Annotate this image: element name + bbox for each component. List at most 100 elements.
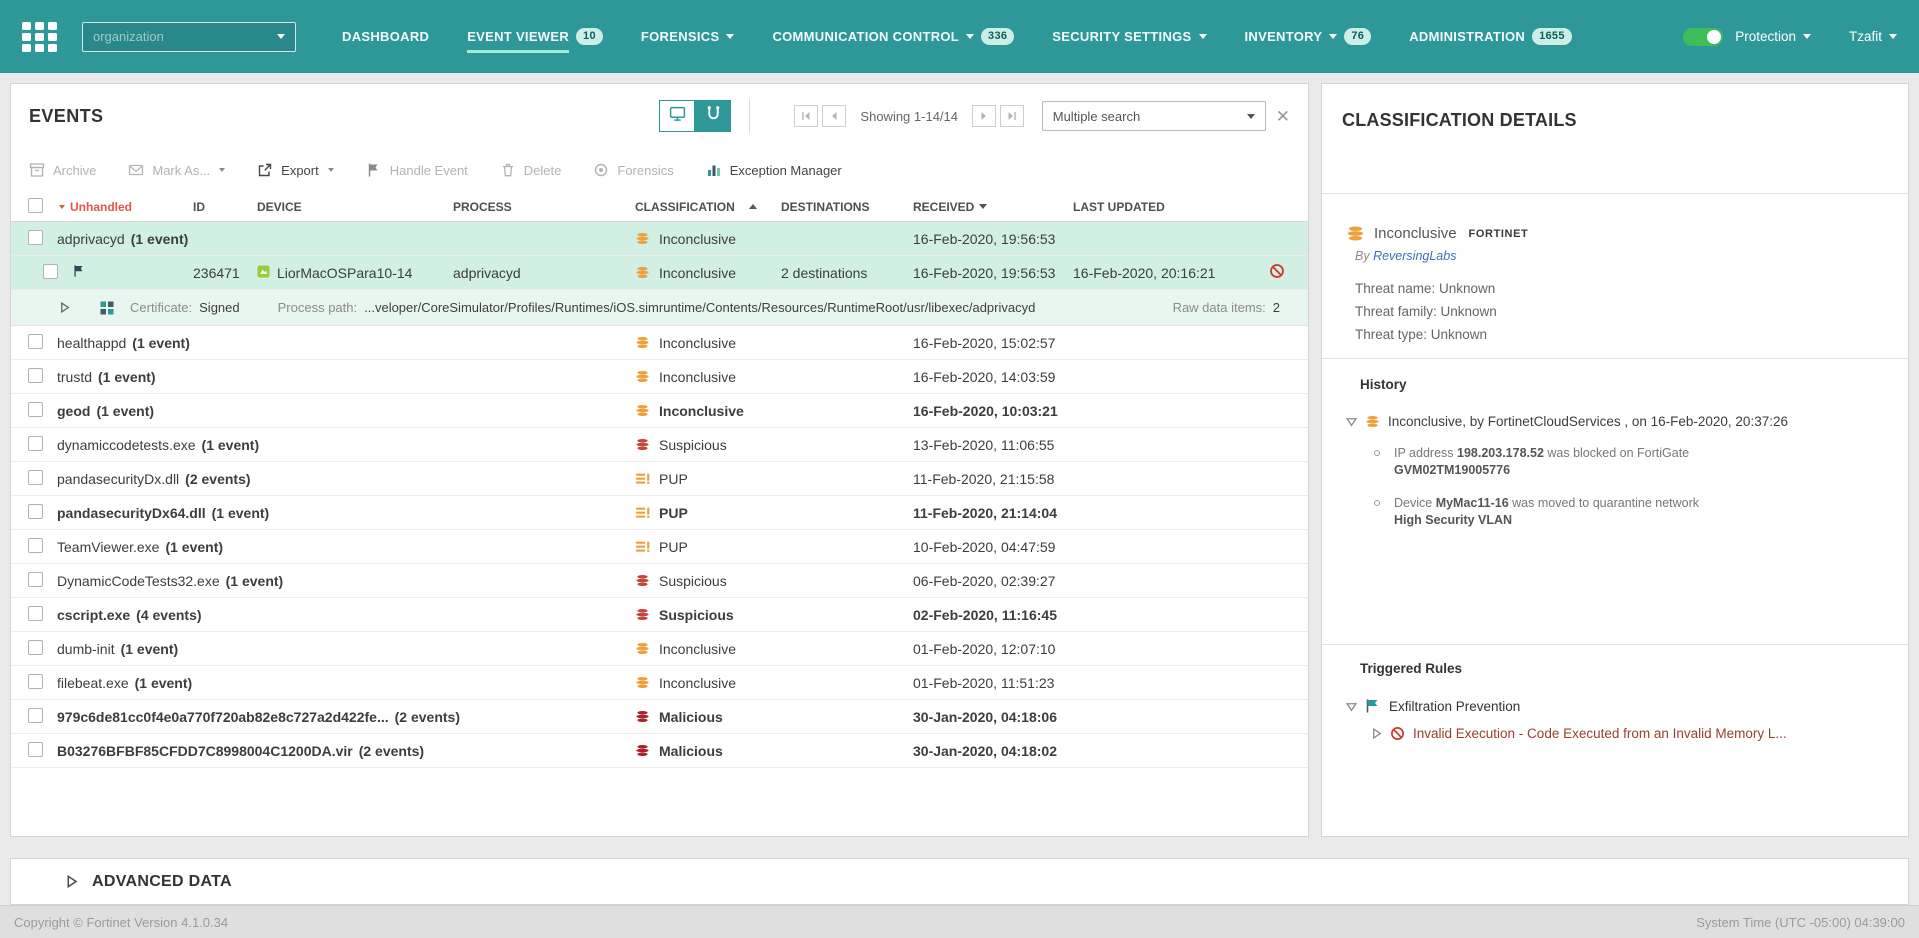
column-label: LAST UPDATED xyxy=(1073,200,1165,214)
process-name: filebeat.exe xyxy=(57,675,129,691)
nav-event-viewer[interactable]: EVENT VIEWER 10 xyxy=(467,0,603,73)
collapse-entry-icon[interactable] xyxy=(1346,416,1357,427)
export-label: Export xyxy=(281,163,319,178)
row-checkbox[interactable] xyxy=(28,230,43,245)
org-selector[interactable]: organization xyxy=(82,22,296,52)
top-navigation-bar: organization DASHBOARD EVENT VIEWER 10 F… xyxy=(0,0,1919,73)
event-group-row-selected[interactable]: adprivacyd (1 event) Inconclusive 16-Feb… xyxy=(11,222,1308,256)
forensics-button[interactable]: Forensics xyxy=(593,162,673,178)
process-name: healthappd xyxy=(57,335,126,351)
expand-advanced-icon xyxy=(65,875,78,888)
event-group-row[interactable]: trustd (1 event) Inconclusive 16-Feb-202… xyxy=(11,360,1308,394)
reversinglabs-link[interactable]: ReversingLabs xyxy=(1373,249,1456,263)
exception-manager-button[interactable]: Exception Manager xyxy=(706,162,842,178)
received-date: 16-Feb-2020, 19:56:53 xyxy=(901,265,1061,281)
process-view-button[interactable] xyxy=(695,100,731,132)
history-action-item: IP address 198.203.178.52 was blocked on… xyxy=(1374,445,1888,479)
unhandled-filter[interactable]: Unhandled xyxy=(55,200,193,214)
nav-administration[interactable]: ADMINISTRATION 1655 xyxy=(1409,0,1572,73)
classification-label: PUP xyxy=(659,539,688,555)
select-all-checkbox[interactable] xyxy=(28,198,43,213)
column-destinations[interactable]: DESTINATIONS xyxy=(771,200,901,214)
row-checkbox[interactable] xyxy=(28,640,43,655)
export-button[interactable]: Export xyxy=(257,162,334,178)
column-process[interactable]: PROCESS xyxy=(441,200,625,214)
action-device: MyMac11-16 xyxy=(1436,496,1509,510)
protection-toggle[interactable] xyxy=(1683,28,1723,46)
row-checkbox[interactable] xyxy=(28,674,43,689)
pagination-status: Showing 1-14/14 xyxy=(860,109,958,124)
received-date: 11-Feb-2020, 21:14:04 xyxy=(901,505,1061,521)
process-view-icon xyxy=(705,105,722,127)
nav-communication-control[interactable]: COMMUNICATION CONTROL 336 xyxy=(772,0,1014,73)
delete-button[interactable]: Delete xyxy=(500,162,562,178)
event-group-row[interactable]: TeamViewer.exe (1 event) PUP 10-Feb-2020… xyxy=(11,530,1308,564)
nav-security-settings[interactable]: SECURITY SETTINGS xyxy=(1052,0,1206,73)
row-checkbox[interactable] xyxy=(28,742,43,757)
sort-desc-icon xyxy=(979,204,987,209)
prev-page-button[interactable] xyxy=(822,105,846,127)
nav-forensics[interactable]: FORENSICS xyxy=(641,0,735,73)
received-date: 16-Feb-2020, 14:03:59 xyxy=(901,369,1061,385)
process-name: 979c6de81cc0f4e0a770f720ab82e8c727a2d422… xyxy=(57,709,389,725)
row-checkbox[interactable] xyxy=(28,334,43,349)
advanced-data-bar[interactable]: ADVANCED DATA xyxy=(10,858,1909,905)
event-group-row[interactable]: dynamiccodetests.exe (1 event) Suspiciou… xyxy=(11,428,1308,462)
pagination: Showing 1-14/14 xyxy=(794,105,1024,127)
row-checkbox[interactable] xyxy=(28,708,43,723)
event-group-row[interactable]: 979c6de81cc0f4e0a770f720ab82e8c727a2d422… xyxy=(11,700,1308,734)
archive-button[interactable]: Archive xyxy=(29,162,96,178)
event-group-row[interactable]: pandasecurityDx.dll (2 events) PUP 11-Fe… xyxy=(11,462,1308,496)
row-checkbox[interactable] xyxy=(28,538,43,553)
event-group-row[interactable]: B03276BFBF85CFDD7C8998004C1200DA.vir (2 … xyxy=(11,734,1308,768)
next-page-button[interactable] xyxy=(972,105,996,127)
protection-menu[interactable]: Protection xyxy=(1735,29,1811,44)
classification-label: Suspicious xyxy=(659,607,734,623)
event-group-row[interactable]: DynamicCodeTests32.exe (1 event) Suspici… xyxy=(11,564,1308,598)
nav-dashboard[interactable]: DASHBOARD xyxy=(342,0,429,73)
events-toolbar: Archive Mark As... Export Handle Event D… xyxy=(11,148,1308,192)
event-group-row[interactable]: geod (1 event) Inconclusive 16-Feb-2020,… xyxy=(11,394,1308,428)
nav-label: INVENTORY xyxy=(1245,29,1323,44)
classification-icon xyxy=(635,403,650,418)
handle-event-button[interactable]: Handle Event xyxy=(366,162,468,178)
history-title: History xyxy=(1322,377,1888,392)
event-count: (4 events) xyxy=(136,607,201,623)
row-checkbox[interactable] xyxy=(28,368,43,383)
classification-icon xyxy=(635,231,650,246)
collapse-rule-icon[interactable] xyxy=(1346,701,1357,712)
first-page-button[interactable] xyxy=(794,105,818,127)
clear-search-icon[interactable]: ✕ xyxy=(1276,108,1290,125)
column-device[interactable]: DEVICE xyxy=(243,200,441,214)
row-checkbox[interactable] xyxy=(28,606,43,621)
destinations-link[interactable]: 2 destinations xyxy=(771,265,901,281)
column-last-updated[interactable]: LAST UPDATED xyxy=(1061,200,1246,214)
chevron-down-icon xyxy=(726,34,734,39)
row-checkbox[interactable] xyxy=(28,504,43,519)
event-group-row[interactable]: pandasecurityDx64.dll (1 event) PUP 11-F… xyxy=(11,496,1308,530)
row-checkbox[interactable] xyxy=(28,402,43,417)
nav-label: EVENT VIEWER xyxy=(467,29,569,53)
row-checkbox[interactable] xyxy=(28,572,43,587)
list-view-button[interactable] xyxy=(659,100,695,132)
process-name: trustd xyxy=(57,369,92,385)
row-checkbox[interactable] xyxy=(28,436,43,451)
mark-as-button[interactable]: Mark As... xyxy=(128,162,225,178)
expand-violation-icon[interactable] xyxy=(1371,728,1382,739)
event-group-row[interactable]: filebeat.exe (1 event) Inconclusive 01-F… xyxy=(11,666,1308,700)
nav-inventory[interactable]: INVENTORY 76 xyxy=(1245,0,1372,73)
last-page-button[interactable] xyxy=(1000,105,1024,127)
history-section: History Inconclusive, by FortinetCloudSe… xyxy=(1322,358,1908,644)
column-classification[interactable]: CLASSIFICATION xyxy=(625,200,771,214)
row-checkbox[interactable] xyxy=(28,470,43,485)
user-menu[interactable]: Tzafit xyxy=(1849,29,1897,44)
multiple-search-dropdown[interactable]: Multiple search xyxy=(1042,101,1266,131)
column-received[interactable]: RECEIVED xyxy=(901,200,1061,214)
event-group-row[interactable]: healthappd (1 event) Inconclusive 16-Feb… xyxy=(11,326,1308,360)
event-group-row[interactable]: cscript.exe (4 events) Suspicious 02-Feb… xyxy=(11,598,1308,632)
expand-raw-data-icon[interactable] xyxy=(59,302,70,313)
event-group-row[interactable]: dumb-init (1 event) Inconclusive 01-Feb-… xyxy=(11,632,1308,666)
column-id[interactable]: ID xyxy=(193,200,243,214)
event-row-expanded[interactable]: 236471 LiorMacOSPara10-14 adprivacyd Inc… xyxy=(11,256,1308,290)
classification-label: Inconclusive xyxy=(659,403,744,419)
